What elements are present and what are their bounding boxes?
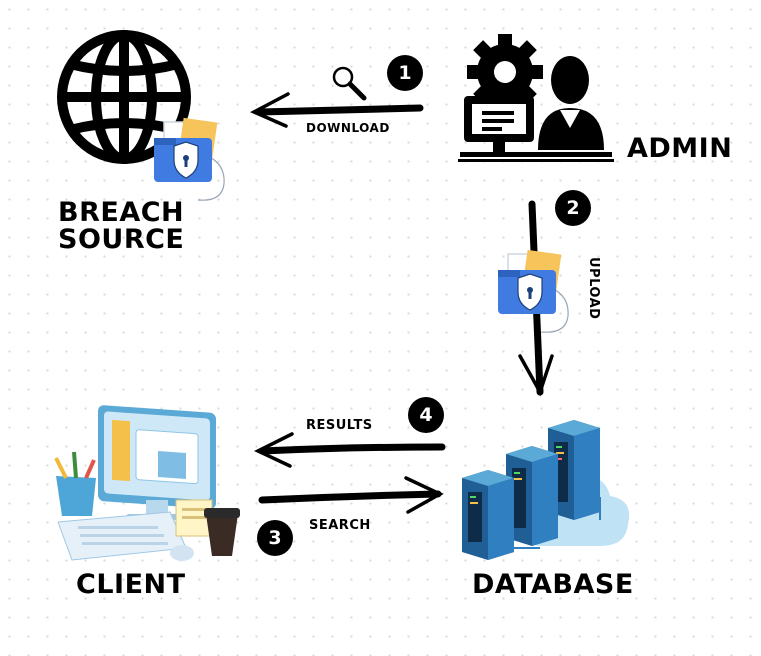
- admin-computer-icon: [458, 34, 614, 162]
- step-badge-2: 2: [555, 190, 591, 226]
- server-rack-icon: [462, 420, 630, 560]
- edge-label-upload: UPLOAD: [586, 257, 601, 320]
- node-label-client: CLIENT: [76, 569, 186, 600]
- node-label-database: DATABASE: [472, 569, 634, 600]
- edge-label-search: SEARCH: [309, 518, 371, 533]
- secure-folder-icon: [154, 117, 225, 201]
- step-badge-3: 3: [257, 520, 293, 556]
- edge-label-download: DOWNLOAD: [306, 121, 390, 135]
- magnifier-icon: [332, 66, 367, 101]
- node-label-breach-source: BREACH SOURCE: [58, 197, 185, 255]
- search-arrow: [258, 476, 444, 514]
- step-badge-4: 4: [408, 397, 444, 433]
- node-label-admin: ADMIN: [627, 133, 733, 164]
- secure-folder-icon: [498, 249, 569, 333]
- results-arrow: [253, 432, 446, 468]
- diagram-canvas: [54, 30, 630, 561]
- desktop-computer-icon: [54, 405, 240, 561]
- edge-label-results: RESULTS: [306, 418, 373, 433]
- step-badge-1: 1: [387, 55, 423, 91]
